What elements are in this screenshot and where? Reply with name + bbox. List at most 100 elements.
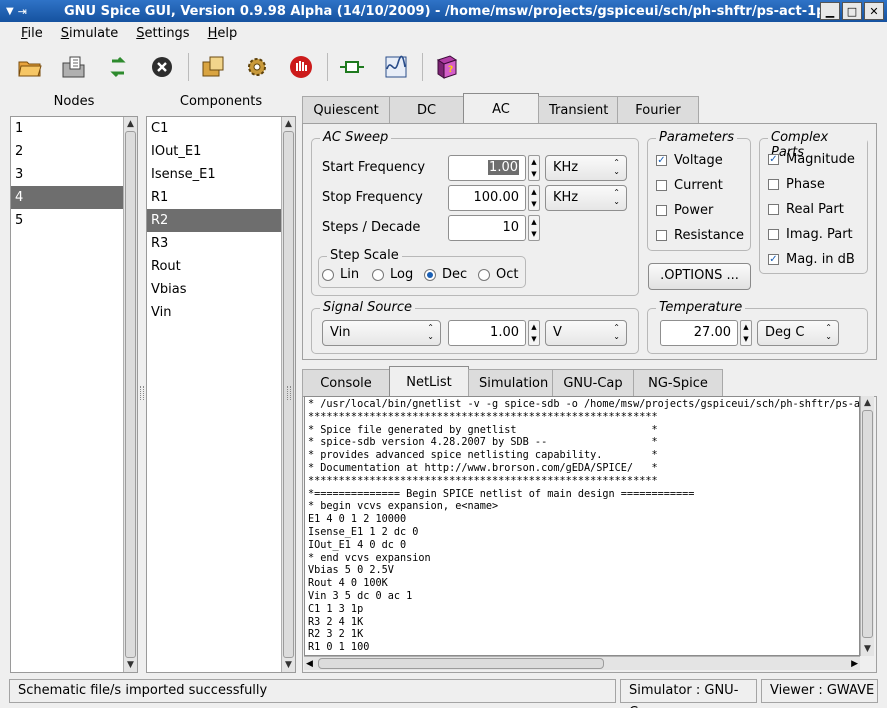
list-item[interactable]: Rout xyxy=(147,255,295,278)
import-icon[interactable] xyxy=(58,51,90,83)
scroll-thumb[interactable] xyxy=(862,410,873,638)
options-button[interactable]: .OPTIONS ... xyxy=(648,263,751,290)
tab-transient[interactable]: Transient xyxy=(538,96,618,124)
tab-dc[interactable]: DC xyxy=(389,96,464,124)
menu-help[interactable]: Help xyxy=(199,26,247,41)
package-icon[interactable] xyxy=(197,51,229,83)
list-item[interactable]: R1 xyxy=(147,186,295,209)
start-frequency-spinner[interactable]: ▲ ▼ xyxy=(528,155,540,181)
scroll-up-icon[interactable]: ▲ xyxy=(282,117,295,131)
minimize-button[interactable]: ▁ xyxy=(820,2,840,20)
stop-frequency-unit-select[interactable]: KHz ⌃ ⌄ xyxy=(545,185,627,211)
components-list[interactable]: C1 IOut_E1 Isense_E1 R1 R2 R3 Rout Vbias… xyxy=(146,116,296,673)
tab-quiescent[interactable]: Quiescent xyxy=(302,96,390,124)
list-item[interactable]: Isense_E1 xyxy=(147,163,295,186)
tab-netlist[interactable]: NetList xyxy=(389,366,469,397)
netlist-text[interactable]: * /usr/local/bin/gnetlist -v -g spice-sd… xyxy=(304,396,860,656)
steps-decade-input[interactable]: 10 xyxy=(448,215,526,241)
scroll-down-icon[interactable]: ▼ xyxy=(124,658,137,672)
scroll-up-icon[interactable]: ▲ xyxy=(124,117,137,131)
settings-gear-icon[interactable] xyxy=(241,51,273,83)
stop-hand-icon[interactable] xyxy=(285,51,317,83)
start-frequency-value: 1.00 xyxy=(488,160,519,175)
scroll-thumb[interactable] xyxy=(318,658,604,669)
tab-console[interactable]: Console xyxy=(302,369,390,397)
list-item-selected[interactable]: 4 xyxy=(11,186,123,209)
scroll-right-icon[interactable]: ▶ xyxy=(851,657,858,671)
checkbox-imag-part[interactable]: Imag. Part xyxy=(768,227,853,242)
tab-gnu-cap[interactable]: GNU-Cap xyxy=(552,369,634,397)
checkbox-resistance[interactable]: Resistance xyxy=(656,228,744,243)
gnucap-icon[interactable] xyxy=(336,51,368,83)
menu-simulate[interactable]: Simulate xyxy=(52,26,127,41)
list-item[interactable]: C1 xyxy=(147,117,295,140)
scroll-down-icon[interactable]: ▼ xyxy=(282,658,295,672)
scroll-left-icon[interactable]: ◀ xyxy=(306,657,313,671)
checkbox-voltage[interactable]: ✓ Voltage xyxy=(656,153,723,168)
checkbox-mag-in-db[interactable]: ✓ Mag. in dB xyxy=(768,252,855,267)
list-item-selected[interactable]: R2 xyxy=(147,209,281,232)
checkbox-magnitude[interactable]: ✓ Magnitude xyxy=(768,152,855,167)
start-frequency-input[interactable]: 1.00 xyxy=(448,155,526,181)
scroll-down-icon[interactable]: ▼ xyxy=(861,642,874,656)
reload-icon[interactable] xyxy=(102,51,134,83)
nodes-list[interactable]: 1 2 3 4 5 ▲ ▼ xyxy=(10,116,138,673)
netlist-line: E1 4 0 1 2 10000 xyxy=(308,514,407,526)
radio-dec[interactable]: Dec xyxy=(424,267,467,282)
toolbar: ? xyxy=(0,46,887,88)
checkbox-real-part[interactable]: Real Part xyxy=(768,202,844,217)
radio-oct[interactable]: Oct xyxy=(478,267,518,282)
list-item[interactable]: R3 xyxy=(147,232,295,255)
scroll-thumb[interactable] xyxy=(125,131,136,658)
list-item[interactable]: 3 xyxy=(11,163,137,186)
nodes-scrollbar[interactable]: ▲ ▼ xyxy=(123,117,137,672)
splitter-handle[interactable] xyxy=(140,386,144,400)
list-item[interactable]: 5 xyxy=(11,209,137,232)
help-book-icon[interactable]: ? xyxy=(431,51,463,83)
stop-frequency-spinner[interactable]: ▲ ▼ xyxy=(528,185,540,211)
close-icon[interactable] xyxy=(146,51,178,83)
signal-source-title: Signal Source xyxy=(320,300,416,315)
tab-simulation[interactable]: Simulation xyxy=(468,369,553,397)
maximize-button[interactable]: □ xyxy=(842,2,862,20)
scroll-up-icon[interactable]: ▲ xyxy=(861,396,874,410)
radio-lin[interactable]: Lin xyxy=(322,267,359,282)
list-item[interactable]: 1 xyxy=(11,117,137,140)
temperature-title: Temperature xyxy=(656,300,746,315)
netlist-vscrollbar[interactable]: ▲ ▼ xyxy=(860,396,874,656)
list-item[interactable]: Vbias xyxy=(147,278,295,301)
tab-fourier[interactable]: Fourier xyxy=(617,96,699,124)
temperature-input[interactable]: 27.00 xyxy=(660,320,738,346)
signal-value-input[interactable]: 1.00 xyxy=(448,320,526,346)
list-item[interactable]: Vin xyxy=(147,301,295,324)
start-frequency-unit-select[interactable]: KHz ⌃ ⌄ xyxy=(545,155,627,181)
list-item[interactable]: IOut_E1 xyxy=(147,140,295,163)
stop-frequency-input[interactable]: 100.00 xyxy=(448,185,526,211)
checkbox-current[interactable]: Current xyxy=(656,178,723,193)
tab-ac[interactable]: AC xyxy=(463,93,539,124)
checkbox-phase[interactable]: Phase xyxy=(768,177,825,192)
temperature-spinner[interactable]: ▲ ▼ xyxy=(740,320,752,346)
start-unit-value: KHz xyxy=(553,160,579,175)
signal-source-select[interactable]: Vin ⌃ ⌄ xyxy=(322,320,441,346)
waveform-viewer-icon[interactable] xyxy=(380,51,412,83)
tab-ng-spice[interactable]: NG-Spice xyxy=(633,369,723,397)
menu-file[interactable]: File xyxy=(12,26,52,41)
window-menu-icon[interactable]: ▼ xyxy=(6,6,14,17)
temperature-unit-select[interactable]: Deg C ⌃ ⌄ xyxy=(757,320,839,346)
checkbox-power[interactable]: Power xyxy=(656,203,713,218)
signal-value-spinner[interactable]: ▲ ▼ xyxy=(528,320,540,346)
close-window-button[interactable]: ✕ xyxy=(864,2,884,20)
list-item[interactable]: 2 xyxy=(11,140,137,163)
toolbar-separator xyxy=(327,53,328,81)
steps-decade-spinner[interactable]: ▲ ▼ xyxy=(528,215,540,241)
open-folder-icon[interactable] xyxy=(14,51,46,83)
pin-icon[interactable]: ⇥ xyxy=(18,5,27,18)
netlist-hscrollbar[interactable]: ◀ ▶ xyxy=(304,656,860,670)
splitter-handle[interactable] xyxy=(287,386,291,400)
menu-bar: File Simulate Settings Help xyxy=(0,22,887,44)
netlist-line: * provides advanced spice netlisting cap… xyxy=(308,450,658,462)
signal-unit-select[interactable]: V ⌃ ⌄ xyxy=(545,320,627,346)
menu-settings[interactable]: Settings xyxy=(127,26,198,41)
radio-log[interactable]: Log xyxy=(372,267,413,282)
